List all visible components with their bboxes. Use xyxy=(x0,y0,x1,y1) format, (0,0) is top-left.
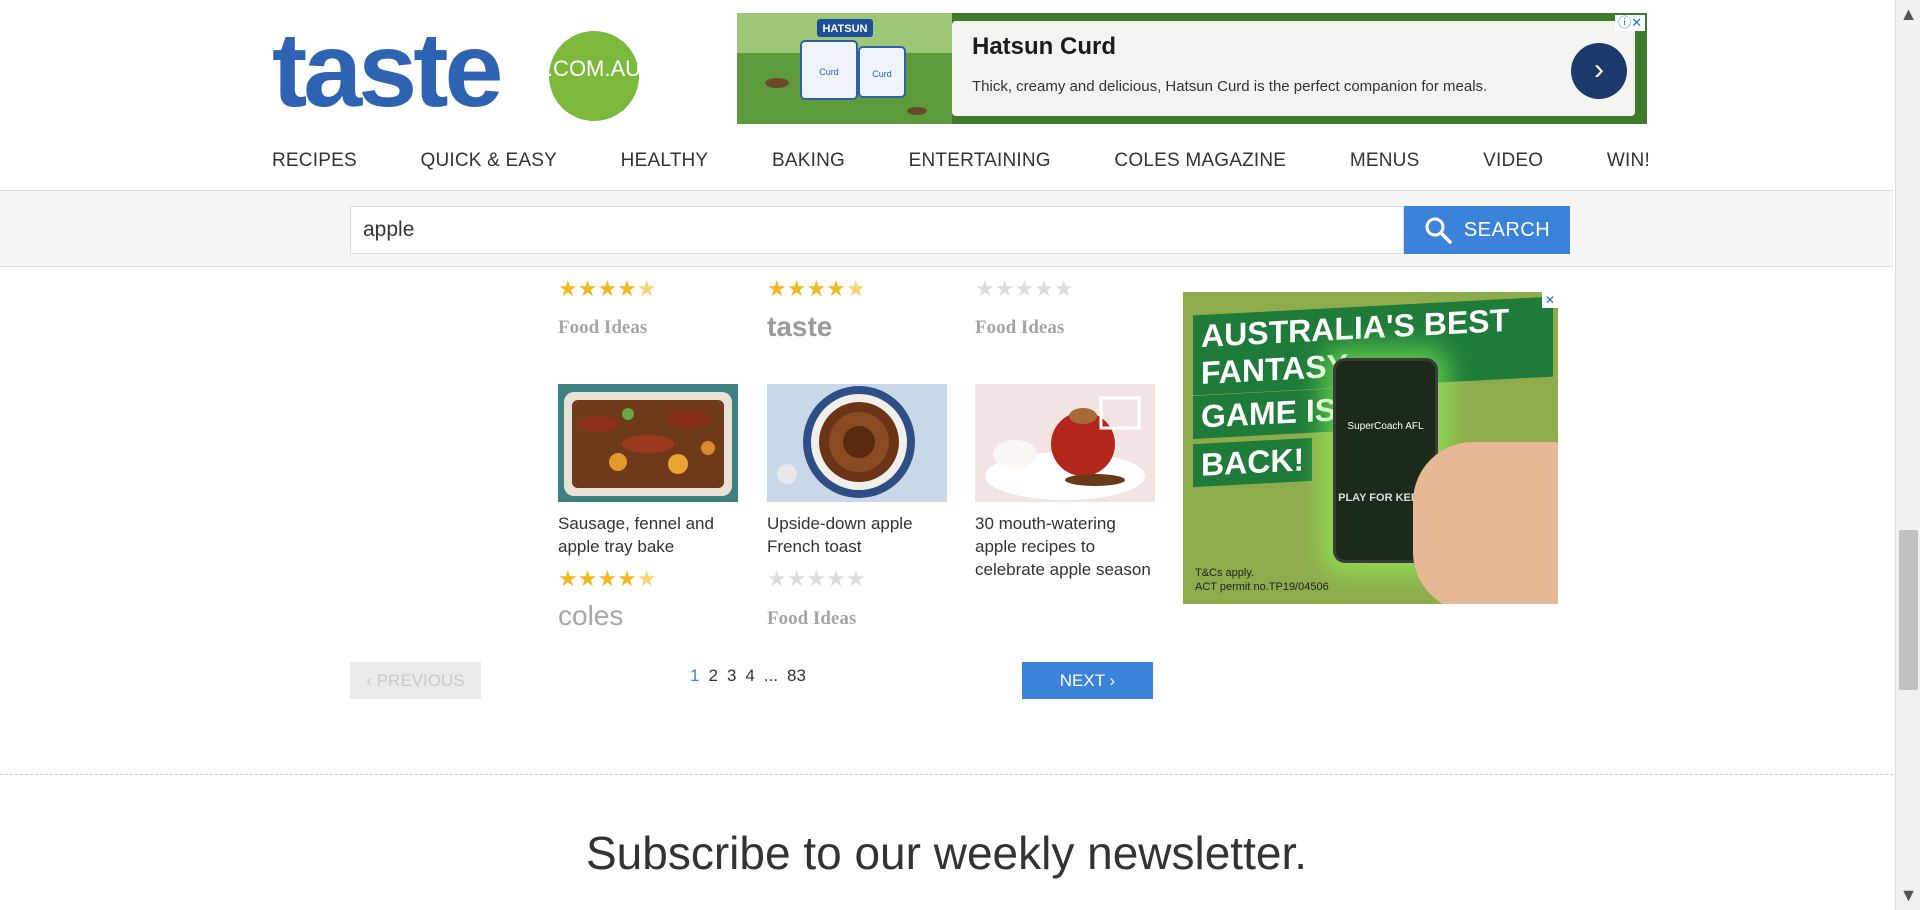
search-button[interactable]: SEARCH xyxy=(1404,206,1570,254)
brand-logo-food-ideas: Food Ideas xyxy=(767,608,857,629)
section-divider xyxy=(0,774,1893,775)
ad-fine-print: T&Cs apply. ACT permit no.TP19/04506 xyxy=(1195,567,1329,593)
recipe-title-sausage[interactable]: Sausage, fennel and apple tray bake xyxy=(558,512,738,558)
search-input[interactable] xyxy=(350,206,1404,254)
newsletter-title: Subscribe to our weekly newsletter. xyxy=(585,827,1308,879)
ad-arrow-button[interactable]: › xyxy=(1571,43,1627,99)
rating-stars-sausage: ★★★★★ xyxy=(558,566,657,591)
search-icon xyxy=(1425,217,1452,244)
page-2[interactable]: 2 xyxy=(708,666,717,686)
hand-image xyxy=(1413,442,1558,604)
recipe-title-french-toast[interactable]: Upside-down apple French toast xyxy=(767,512,947,558)
search-bar: SEARCH xyxy=(0,190,1893,267)
rating-stars-2: ★★★★★ xyxy=(767,276,866,301)
page-4[interactable]: 4 xyxy=(745,666,754,686)
recipe-image-apple-recipes[interactable] xyxy=(975,384,1155,502)
page-3[interactable]: 3 xyxy=(727,666,736,686)
svg-text:Curd: Curd xyxy=(872,69,892,79)
ad-text: Thick, creamy and delicious, Hatsun Curd… xyxy=(972,78,1488,95)
page-1[interactable]: 1 xyxy=(690,666,699,686)
pagination: 1 2 3 4 ... 83 xyxy=(690,666,806,686)
nav-recipes[interactable]: RECIPES xyxy=(272,150,357,180)
page-83[interactable]: 83 xyxy=(787,666,806,686)
nav-quick-easy[interactable]: QUICK & EASY xyxy=(421,150,558,180)
nav-win[interactable]: WIN! xyxy=(1607,150,1650,180)
logo-badge: .COM.AU xyxy=(547,56,641,81)
nav-video[interactable]: VIDEO xyxy=(1483,150,1543,180)
recipe-title-apple-recipes[interactable]: 30 mouth-watering apple recipes to celeb… xyxy=(975,512,1155,581)
nav-healthy[interactable]: HEALTHY xyxy=(621,150,709,180)
recipe-image-sausage[interactable] xyxy=(558,384,738,502)
rating-stars-french-toast: ★★★★★ xyxy=(767,566,866,591)
scroll-down-icon[interactable]: ▼ xyxy=(1896,883,1920,908)
supercoach-ad[interactable]: AUSTRALIA'S BEST FANTASY GAME IS BACK! S… xyxy=(1183,292,1558,604)
brand-logo-taste: taste xyxy=(767,311,833,342)
logo-wordmark: taste xyxy=(272,18,501,123)
nav-menus[interactable]: MENUS xyxy=(1350,150,1420,180)
previous-button[interactable]: ‹ PREVIOUS xyxy=(350,662,481,699)
main-nav: RECIPES QUICK & EASY HEALTHY BAKING ENTE… xyxy=(272,150,1650,180)
scrollbar-thumb[interactable] xyxy=(1899,530,1918,690)
brand-logo-food-ideas: Food Ideas xyxy=(975,317,1065,338)
rating-stars-1: ★★★★★ xyxy=(558,276,657,301)
recipe-image-french-toast[interactable] xyxy=(767,384,947,502)
brand-logo-coles: coles xyxy=(558,600,624,631)
taste-logo[interactable]: taste .COM.AU xyxy=(272,11,647,129)
ad-card[interactable]: Hatsun Curd Thick, creamy and delicious,… xyxy=(952,21,1635,116)
ad-info-icon[interactable]: ⓘ✕ xyxy=(1615,15,1645,31)
ad-field-image: HATSUN Curd Curd xyxy=(737,13,952,124)
svg-text:Curd: Curd xyxy=(819,67,839,77)
scroll-up-icon[interactable]: ▲ xyxy=(1896,2,1920,27)
close-icon[interactable]: ✕ xyxy=(1542,292,1558,308)
search-button-label: SEARCH xyxy=(1463,218,1551,241)
next-button[interactable]: NEXT › xyxy=(1022,662,1153,699)
svg-text:HATSUN: HATSUN xyxy=(822,23,867,35)
top-ad-banner[interactable]: HATSUN Curd Curd Hatsun Curd Thick, crea… xyxy=(737,13,1647,124)
page-ellipsis: ... xyxy=(763,666,779,685)
rating-stars-3: ★★★★★ xyxy=(975,276,1074,301)
nav-entertaining[interactable]: ENTERTAINING xyxy=(909,150,1051,180)
nav-baking[interactable]: BAKING xyxy=(772,150,845,180)
page-scrollbar[interactable]: ▲ ▼ xyxy=(1895,0,1920,910)
nav-coles-magazine[interactable]: COLES MAGAZINE xyxy=(1114,150,1286,180)
brand-logo-food-ideas: Food Ideas xyxy=(558,317,648,338)
ad-title: Hatsun Curd xyxy=(972,33,1116,60)
